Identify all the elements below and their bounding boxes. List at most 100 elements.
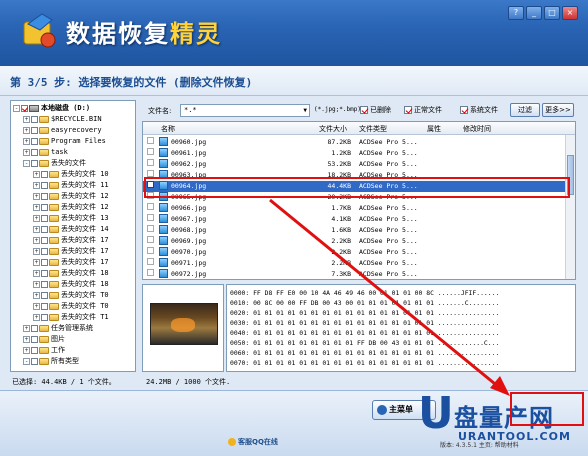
expand-icon[interactable]: + — [33, 236, 40, 244]
tree-checkbox[interactable] — [41, 181, 48, 189]
expand-icon[interactable]: + — [33, 291, 40, 299]
tree-checkbox[interactable] — [41, 236, 48, 244]
column-size[interactable]: 文件大小 — [319, 124, 347, 134]
tree-item[interactable]: + Program Files — [23, 136, 106, 147]
tree-checkbox[interactable] — [31, 346, 38, 354]
tree-item[interactable]: + task — [23, 147, 68, 158]
collapse-icon[interactable]: - — [23, 159, 30, 167]
tree-checkbox[interactable] — [41, 214, 48, 222]
filename-filter-input[interactable]: *.* ▼ — [180, 104, 310, 117]
normal-files-checkbox[interactable]: 正常文件 — [404, 105, 442, 115]
expand-icon[interactable]: + — [33, 214, 40, 222]
tree-checkbox[interactable] — [21, 104, 28, 112]
file-row[interactable]: 00972.jpg 7.3KB ACDSee Pro 5... — [143, 269, 575, 279]
expand-icon[interactable]: + — [23, 126, 30, 134]
column-name[interactable]: 名称 — [161, 124, 175, 134]
tree-checkbox[interactable] — [41, 280, 48, 288]
file-row[interactable]: 00966.jpg 1.7KB ACDSee Pro 5... — [143, 203, 575, 214]
tree-item[interactable]: + 丢失的文件 T1 — [33, 312, 109, 323]
tree-item[interactable]: + 丢失的文件 10 — [33, 169, 109, 180]
tree-item[interactable]: + 丢失的文件 T0 — [33, 301, 109, 312]
file-row[interactable]: 00961.jpg 1.2KB ACDSee Pro 5... — [143, 148, 575, 159]
file-checkbox[interactable] — [147, 214, 154, 221]
tree-item[interactable]: + 丢失的文件 17 — [33, 257, 109, 268]
column-mtime[interactable]: 修改时间 — [463, 124, 491, 134]
expand-icon[interactable]: + — [23, 115, 30, 123]
file-row[interactable]: 00969.jpg 2.2KB ACDSee Pro 5... — [143, 236, 575, 247]
expand-icon[interactable]: + — [33, 269, 40, 277]
file-row[interactable]: 00967.jpg 4.1KB ACDSee Pro 5... — [143, 214, 575, 225]
filter-button[interactable]: 过滤 — [510, 103, 540, 117]
expand-icon[interactable]: + — [33, 181, 40, 189]
tree-checkbox[interactable] — [31, 137, 38, 145]
tree-item[interactable]: - 所有类型 — [23, 356, 79, 367]
tree-checkbox[interactable] — [41, 291, 48, 299]
tree-checkbox[interactable] — [31, 126, 38, 134]
file-row[interactable]: 00970.jpg 2.2KB ACDSee Pro 5... — [143, 247, 575, 258]
tree-checkbox[interactable] — [41, 269, 48, 277]
system-files-checkbox[interactable]: 系统文件 — [460, 105, 498, 115]
tree-item[interactable]: + 丢失的文件 12 — [33, 191, 109, 202]
file-checkbox[interactable] — [147, 269, 154, 276]
expand-icon[interactable]: + — [33, 313, 40, 321]
column-attr[interactable]: 属性 — [427, 124, 441, 134]
column-type[interactable]: 文件类型 — [359, 124, 387, 134]
tree-item[interactable]: + 丢失的文件 12 — [33, 202, 109, 213]
file-row[interactable]: 00971.jpg 2.2KB ACDSee Pro 5... — [143, 258, 575, 269]
file-row[interactable]: 00962.jpg 53.2KB ACDSee Pro 5... — [143, 159, 575, 170]
tree-checkbox[interactable] — [41, 258, 48, 266]
expand-icon[interactable]: + — [33, 302, 40, 310]
tree-item[interactable]: + easyrecovery — [23, 125, 102, 136]
tree-checkbox[interactable] — [41, 203, 48, 211]
file-checkbox[interactable] — [147, 159, 154, 166]
tree-checkbox[interactable] — [31, 324, 38, 332]
maximize-button[interactable]: □ — [544, 6, 560, 20]
expand-icon[interactable]: + — [23, 148, 30, 156]
tree-checkbox[interactable] — [41, 247, 48, 255]
file-checkbox[interactable] — [147, 236, 154, 243]
expand-icon[interactable]: + — [33, 258, 40, 266]
collapse-icon[interactable]: - — [23, 357, 30, 365]
tree-item[interactable]: - 丢失的文件 — [23, 158, 86, 169]
file-checkbox[interactable] — [147, 148, 154, 155]
file-checkbox[interactable] — [147, 258, 154, 265]
folder-tree[interactable]: - 本地磁盘 (D:) + $RECYCLE.BIN + easyrecovery + Pro… — [10, 100, 136, 372]
tree-item[interactable]: + 丢失的文件 18 — [33, 268, 109, 279]
close-button[interactable]: × — [562, 6, 578, 20]
tree-item[interactable]: + 丢失的文件 14 — [33, 224, 109, 235]
tree-item[interactable]: + 丢失的文件 17 — [33, 235, 109, 246]
file-checkbox[interactable] — [147, 225, 154, 232]
expand-icon[interactable]: + — [33, 203, 40, 211]
minimize-button[interactable]: _ — [526, 6, 542, 20]
expand-icon[interactable]: + — [33, 225, 40, 233]
expand-icon[interactable]: + — [33, 170, 40, 178]
tree-item[interactable]: + $RECYCLE.BIN — [23, 114, 102, 125]
tree-checkbox[interactable] — [31, 159, 38, 167]
expand-icon[interactable]: + — [23, 137, 30, 145]
tree-item[interactable]: + 工作 — [23, 345, 65, 356]
tree-item[interactable]: + 丢失的文件 13 — [33, 213, 109, 224]
expand-icon[interactable]: + — [23, 335, 30, 343]
expand-icon[interactable]: + — [33, 247, 40, 255]
file-row[interactable]: 00968.jpg 1.6KB ACDSee Pro 5... — [143, 225, 575, 236]
tree-item[interactable]: + 丢失的文件 11 — [33, 180, 109, 191]
tree-checkbox[interactable] — [41, 225, 48, 233]
tree-item[interactable]: + 丢失的文件 18 — [33, 279, 109, 290]
tree-item[interactable]: - 本地磁盘 (D:) — [13, 103, 90, 114]
file-row[interactable]: 00960.jpg 87.2KB ACDSee Pro 5... — [143, 137, 575, 148]
file-checkbox[interactable] — [147, 247, 154, 254]
file-checkbox[interactable] — [147, 203, 154, 210]
tree-item[interactable]: + 丢失的文件 T0 — [33, 290, 109, 301]
tree-checkbox[interactable] — [41, 170, 48, 178]
help-button[interactable]: ? — [508, 6, 524, 20]
tree-item[interactable]: + 图片 — [23, 334, 65, 345]
file-list-scrollbar[interactable] — [565, 135, 575, 279]
tree-checkbox[interactable] — [31, 357, 38, 365]
chevron-down-icon[interactable]: ▼ — [303, 105, 307, 116]
tree-checkbox[interactable] — [31, 335, 38, 343]
tree-item[interactable]: + 丢失的文件 17 — [33, 246, 109, 257]
file-checkbox[interactable] — [147, 137, 154, 144]
qq-support-link[interactable]: 客服QQ在线 — [228, 437, 278, 447]
more-button[interactable]: 更多>> — [542, 103, 574, 117]
file-checkbox[interactable] — [147, 170, 154, 177]
